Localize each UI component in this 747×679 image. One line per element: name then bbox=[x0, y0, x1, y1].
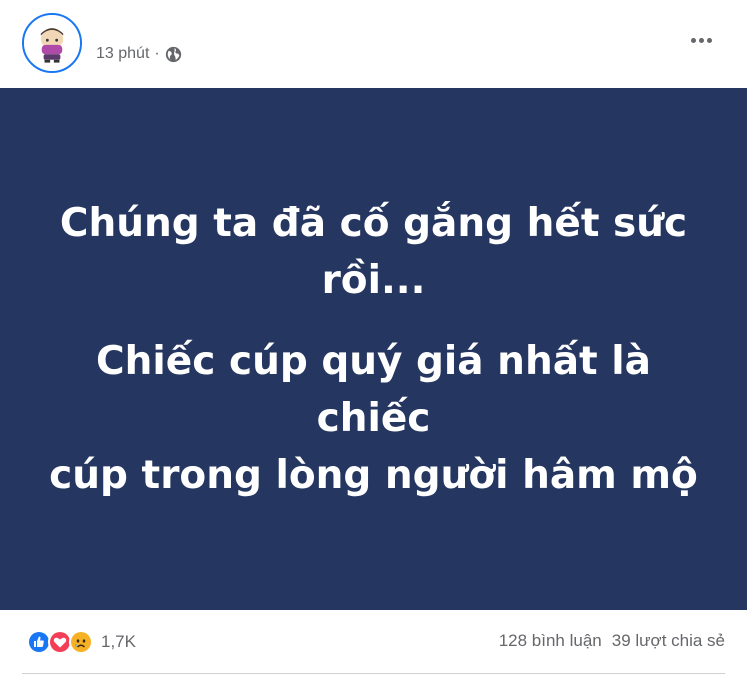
image-text-line: rồi... bbox=[321, 257, 426, 303]
post-footer: 1,7K 128 bình luận 39 lượt chia sẻ bbox=[0, 610, 747, 679]
post-image[interactable]: Chúng ta đã cố gắng hết sức rồi... Chiếc… bbox=[0, 88, 747, 610]
more-options-button[interactable] bbox=[685, 30, 717, 50]
image-text-line: Chiếc cúp quý giá nhất là chiếc bbox=[96, 338, 651, 441]
sad-icon bbox=[69, 630, 93, 654]
divider bbox=[22, 673, 725, 674]
more-dot bbox=[706, 37, 712, 43]
image-text-line: Chúng ta đã cố gắng hết sức bbox=[59, 200, 688, 246]
reactions-summary[interactable]: 1,7K bbox=[27, 630, 136, 654]
post-meta: 13 phút · bbox=[96, 45, 182, 63]
reaction-count[interactable]: 1,7K bbox=[101, 632, 136, 652]
engagement-stats: 128 bình luận 39 lượt chia sẻ bbox=[499, 631, 725, 651]
globe-icon bbox=[165, 46, 182, 63]
image-text-line: cúp trong lòng người hâm mộ bbox=[49, 452, 698, 498]
comments-count-link[interactable]: 128 bình luận bbox=[499, 631, 602, 651]
post-header: 13 phút · bbox=[0, 0, 747, 88]
more-dot bbox=[690, 37, 696, 43]
post-timestamp[interactable]: 13 phút bbox=[96, 45, 149, 63]
more-dot bbox=[698, 37, 704, 43]
avatar-illustration bbox=[24, 15, 80, 71]
avatar[interactable] bbox=[22, 13, 82, 73]
shares-count-link[interactable]: 39 lượt chia sẻ bbox=[612, 631, 725, 651]
meta-separator: · bbox=[154, 45, 160, 62]
